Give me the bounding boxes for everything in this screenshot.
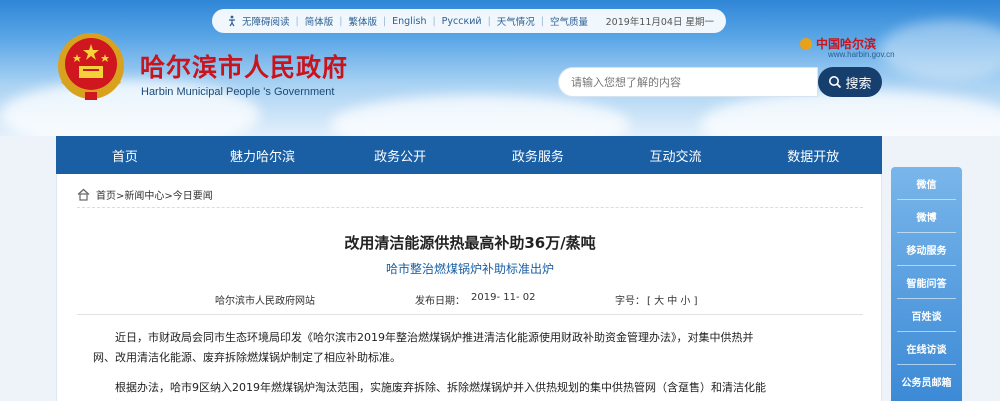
sidebar-item-online-interview[interactable]: 在线访谈 — [891, 334, 962, 362]
divider — [897, 331, 956, 332]
article-paragraph: 根据办法，哈市9区纳入2019年燃煤锅炉淘汰范围，实施废弃拆除、拆除燃煤锅炉并入… — [93, 378, 853, 398]
home-icon — [77, 188, 90, 201]
article-meta: 哈尔滨市人民政府网站 发布日期： 2019- 11- 02 字号： [ 大 中 … — [57, 292, 883, 312]
publish-date: 2019- 11- 02 — [471, 292, 536, 303]
article-source: 哈尔滨市人民政府网站 — [215, 296, 315, 307]
sidebar-item-smart-qa[interactable]: 智能问答 — [891, 268, 962, 296]
nav-item-government-services[interactable]: 政务服务 — [469, 136, 607, 174]
divider — [897, 364, 956, 365]
paragraph-line: 近日，市财政局会同市生态环境局印发《哈尔滨市2019年整治燃煤锅炉推进清洁化能源… — [115, 331, 754, 344]
nav-item-charm-harbin[interactable]: 魅力哈尔滨 — [194, 136, 332, 174]
divider — [897, 199, 956, 200]
divider — [897, 265, 956, 266]
divider — [77, 314, 863, 315]
sidebar-item-mobile-service[interactable]: 移动服务 — [891, 235, 962, 263]
breadcrumb-path[interactable]: 首页>新闻中心>今日要闻 — [96, 187, 213, 202]
national-emblem-logo[interactable] — [55, 30, 127, 104]
site-title: 哈尔滨市人民政府 — [140, 53, 349, 82]
topbar-link-weather[interactable]: 天气情况 — [497, 14, 535, 28]
divider: | — [432, 15, 436, 27]
topbar-link-russian[interactable]: Русский — [442, 16, 482, 27]
paragraph-line: 根据办法，哈市9区纳入2019年燃煤锅炉淘汰范围，实施废弃拆除、拆除燃煤锅炉并入… — [115, 381, 766, 394]
divider — [897, 298, 956, 299]
topbar-link-english[interactable]: English — [392, 16, 426, 27]
topbar-link-accessible[interactable]: 无障碍阅读 — [242, 14, 290, 28]
sidebar-item-wechat[interactable]: 微信 — [891, 169, 962, 197]
search-field[interactable] — [558, 67, 818, 97]
sidebar-item-civil-servant-mail[interactable]: 公务员邮箱 — [891, 367, 962, 395]
brand-url: www.harbin.gov.cn — [828, 50, 895, 59]
sidebar-item-public-forum[interactable]: 百姓谈 — [891, 301, 962, 329]
top-utility-bar: 无障碍阅读 | 简体版 | 繁体版 | English | Русский | … — [212, 9, 726, 33]
nav-item-government-affairs[interactable]: 政务公开 — [331, 136, 469, 174]
divider: | — [339, 15, 343, 27]
sidebar-item-weibo[interactable]: 微博 — [891, 202, 962, 230]
right-quick-links: 微信 微博 移动服务 智能问答 百姓谈 在线访谈 公务员邮箱 — [891, 167, 962, 401]
breadcrumb: 首页>新闻中心>今日要闻 — [77, 186, 863, 208]
article-title: 改用清洁能源供热最高补助36万/蒸吨 — [344, 234, 596, 252]
divider: | — [540, 15, 544, 27]
publish-date-label: 发布日期： — [415, 296, 465, 307]
topbar-link-air-quality[interactable]: 空气质量 — [550, 14, 588, 28]
header-banner: 无障碍阅读 | 简体版 | 繁体版 | English | Русский | … — [0, 0, 1000, 136]
nav-item-interaction[interactable]: 互动交流 — [607, 136, 745, 174]
divider: | — [487, 15, 491, 27]
current-date: 2019年11月04日 星期一 — [605, 17, 714, 28]
article-paragraph: 近日，市财政局会同市生态环境局印发《哈尔滨市2019年整治燃煤锅炉推进清洁化能源… — [93, 328, 853, 368]
font-size-label: 字号： — [615, 296, 645, 307]
topbar-link-traditional[interactable]: 繁体版 — [348, 14, 377, 28]
nav-item-home[interactable]: 首页 — [56, 136, 194, 174]
brand-mark-icon — [800, 37, 812, 50]
article-panel: 首页>新闻中心>今日要闻 改用清洁能源供热最高补助36万/蒸吨 哈市整治燃煤锅炉… — [56, 174, 882, 401]
article-subtitle: 哈市整治燃煤锅炉补助标准出炉 — [385, 262, 554, 276]
main-navigation: 首页 魅力哈尔滨 政务公开 政务服务 互动交流 数据开放 — [56, 136, 882, 174]
accessibility-icon — [229, 15, 235, 27]
nav-item-open-data[interactable]: 数据开放 — [744, 136, 882, 174]
site-subtitle: Harbin Municipal People 's Government — [141, 86, 335, 98]
topbar-link-simplified[interactable]: 简体版 — [305, 14, 334, 28]
search-icon — [829, 76, 842, 89]
search-button-label: 搜索 — [845, 76, 872, 92]
font-size-switcher[interactable]: [ 大 中 小 ] — [647, 292, 698, 307]
divider — [897, 232, 956, 233]
divider: | — [295, 15, 299, 27]
search-button[interactable]: 搜索 — [818, 67, 882, 97]
search-input[interactable] — [559, 68, 817, 96]
paragraph-line: 网、改用清洁化能源、废弃拆除燃煤锅炉制定了相应补助标准。 — [93, 351, 401, 364]
divider: | — [382, 15, 387, 27]
